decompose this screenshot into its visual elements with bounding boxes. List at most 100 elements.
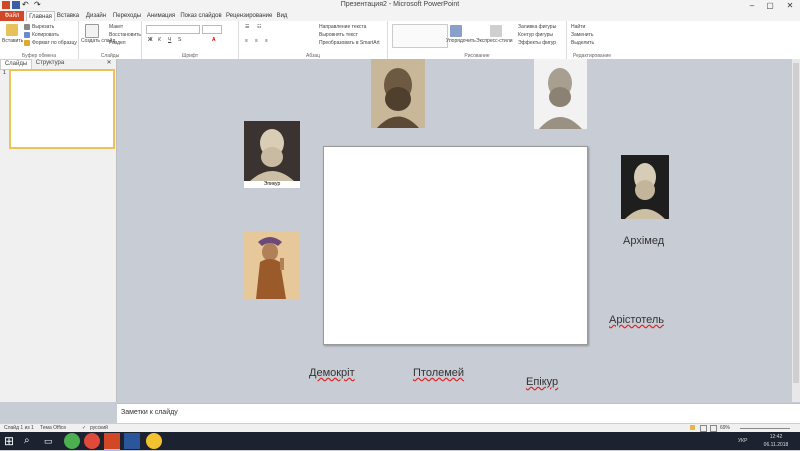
paste-icon[interactable] xyxy=(6,24,18,36)
slides-pane: Слайды Структура ✕ 1 xyxy=(0,59,117,402)
underline-icon[interactable]: Ч xyxy=(168,37,171,43)
status-slide: Слайд 1 из 1 xyxy=(4,425,34,431)
font-color-icon[interactable]: A xyxy=(212,37,216,43)
keyboard-language[interactable]: УКР xyxy=(738,438,747,444)
group-drawing: Упорядочить Экспресс-стили Заливка фигур… xyxy=(388,21,567,59)
zoom-level[interactable]: 69% xyxy=(720,425,730,431)
normal-view-icon[interactable] xyxy=(690,425,695,430)
smartart-button[interactable]: Преобразовать в SmartArt xyxy=(319,40,380,46)
group-editing: Найти Заменить Выделить Редактирование xyxy=(567,21,617,59)
quick-styles-button[interactable]: Экспресс-стили xyxy=(476,38,513,44)
align-text-button[interactable]: Выровнять текст xyxy=(319,32,358,38)
label-aristotle[interactable]: Арістотель xyxy=(609,314,664,326)
zoom-slider[interactable] xyxy=(740,428,790,429)
portrait-ptolemy[interactable] xyxy=(244,232,300,299)
portrait-archimedes[interactable] xyxy=(621,155,669,219)
tab-design[interactable]: Дизайн xyxy=(84,11,108,21)
label-democritus[interactable]: Демокріт xyxy=(309,367,355,379)
task-view-icon[interactable]: ▭ xyxy=(44,433,60,449)
minimize-icon[interactable]: – xyxy=(744,0,760,11)
group-slides: Создать слайд Макет Восстановить Раздел … xyxy=(79,21,142,59)
search-icon[interactable]: ⌕ xyxy=(24,433,40,449)
tab-outline-pane[interactable]: Структура xyxy=(32,59,68,68)
group-clipboard: Вставить Вырезать Копировать Формат по о… xyxy=(0,21,79,59)
portrait-bust-1[interactable] xyxy=(371,59,425,128)
numbering-icon[interactable]: ☷ xyxy=(257,24,261,30)
scrollbar-thumb[interactable] xyxy=(793,63,799,383)
label-epicurus[interactable]: Епікур xyxy=(526,376,558,388)
group-paragraph: ☰ ☷ ≡ ≡ ≡ Направление текста Выровнять т… xyxy=(239,21,388,59)
cut-icon xyxy=(24,24,30,30)
powerpoint-taskbar-icon[interactable] xyxy=(104,433,120,451)
cut-button[interactable]: Вырезать xyxy=(32,24,54,30)
windows-start-icon[interactable]: ⊞ xyxy=(4,433,20,449)
chrome-icon-2[interactable] xyxy=(84,433,100,449)
shape-fill-button[interactable]: Заливка фигуры xyxy=(518,24,556,30)
select-button[interactable]: Выделить xyxy=(571,40,594,46)
shape-outline-button[interactable]: Контур фигуры xyxy=(518,32,553,38)
text-direction-button[interactable]: Направление текста xyxy=(319,24,366,30)
clock-time[interactable]: 12:42 xyxy=(758,434,794,440)
clock-date[interactable]: 06.11.2018 xyxy=(758,442,794,448)
bold-icon[interactable]: Ж xyxy=(148,37,153,43)
reset-button[interactable]: Восстановить xyxy=(109,32,141,38)
reading-view-icon[interactable] xyxy=(710,425,717,432)
tab-animations[interactable]: Анимация xyxy=(146,11,176,21)
font-size-select[interactable] xyxy=(202,25,222,34)
word-icon[interactable] xyxy=(124,433,140,449)
label-ptolemy[interactable]: Птолемей xyxy=(413,367,464,379)
bullets-icon[interactable]: ☰ xyxy=(245,24,249,30)
window-title: Презентация2 - Microsoft PowerPoint xyxy=(340,1,460,8)
maximize-icon[interactable]: ▢ xyxy=(762,0,778,11)
sorter-view-icon[interactable] xyxy=(700,425,707,432)
tab-file[interactable]: Файл xyxy=(0,11,24,21)
find-button[interactable]: Найти xyxy=(571,24,585,30)
notes-pane[interactable]: Заметки к слайду xyxy=(117,403,800,424)
close-icon[interactable]: ✕ xyxy=(782,0,798,11)
slide-placeholder[interactable] xyxy=(323,146,588,345)
align-center-icon[interactable]: ≡ xyxy=(255,38,258,44)
paste-button[interactable]: Вставить xyxy=(2,38,23,44)
quick-styles-icon[interactable] xyxy=(490,25,502,37)
shape-effects-button[interactable]: Эффекты фигур xyxy=(518,40,556,46)
epicurus-caption: Эпикур xyxy=(263,181,281,187)
title-bar: ↶ ↷ Презентация2 - Microsoft PowerPoint … xyxy=(0,0,800,11)
tab-insert[interactable]: Вставка xyxy=(56,11,80,21)
strikethrough-icon[interactable]: S xyxy=(178,37,181,43)
section-button[interactable]: Раздел xyxy=(109,40,126,46)
italic-icon[interactable]: К xyxy=(158,37,161,43)
slide-thumbnail[interactable] xyxy=(9,69,115,149)
tab-transitions[interactable]: Переходы xyxy=(112,11,142,21)
status-language[interactable]: русский xyxy=(90,425,108,431)
font-name-select[interactable] xyxy=(146,25,200,34)
chrome-icon[interactable] xyxy=(64,433,80,449)
tab-review[interactable]: Рецензирование xyxy=(226,11,272,21)
spellcheck-icon[interactable]: ✓ xyxy=(82,425,86,431)
vertical-scrollbar[interactable] xyxy=(791,59,800,402)
close-pane-icon[interactable]: ✕ xyxy=(104,59,114,68)
copy-icon xyxy=(24,32,30,38)
copy-button[interactable]: Копировать xyxy=(32,32,59,38)
status-theme: Тема Office xyxy=(40,425,67,431)
align-left-icon[interactable]: ≡ xyxy=(245,38,248,44)
arrange-button[interactable]: Упорядочить xyxy=(446,38,476,44)
format-painter-button[interactable]: Формат по образцу xyxy=(32,40,77,46)
shapes-gallery[interactable] xyxy=(392,24,448,48)
portrait-bust-2[interactable] xyxy=(534,59,587,129)
slide-number: 1 xyxy=(3,70,6,76)
format-painter-icon xyxy=(24,40,30,46)
ribbon: Вставить Вырезать Копировать Формат по о… xyxy=(0,21,800,60)
label-archimedes[interactable]: Архімед xyxy=(623,235,664,247)
new-slide-icon[interactable] xyxy=(85,24,99,38)
ribbon-tabs: Файл Главная Вставка Дизайн Переходы Ани… xyxy=(0,11,800,22)
portrait-epicurus[interactable]: Эпикур xyxy=(244,121,300,188)
replace-button[interactable]: Заменить xyxy=(571,32,593,38)
group-font: Ж К Ч S A Шрифт xyxy=(142,21,239,59)
taskbar: ⊞ ⌕ ▭ УКР 12:42 06.11.2018 xyxy=(0,432,800,451)
tab-slideshow[interactable]: Показ слайдов xyxy=(180,11,222,21)
tab-view[interactable]: Вид xyxy=(274,11,290,21)
chrome-icon-3[interactable] xyxy=(146,433,162,449)
layout-button[interactable]: Макет xyxy=(109,24,123,30)
align-right-icon[interactable]: ≡ xyxy=(265,38,268,44)
arrange-icon[interactable] xyxy=(450,25,462,37)
